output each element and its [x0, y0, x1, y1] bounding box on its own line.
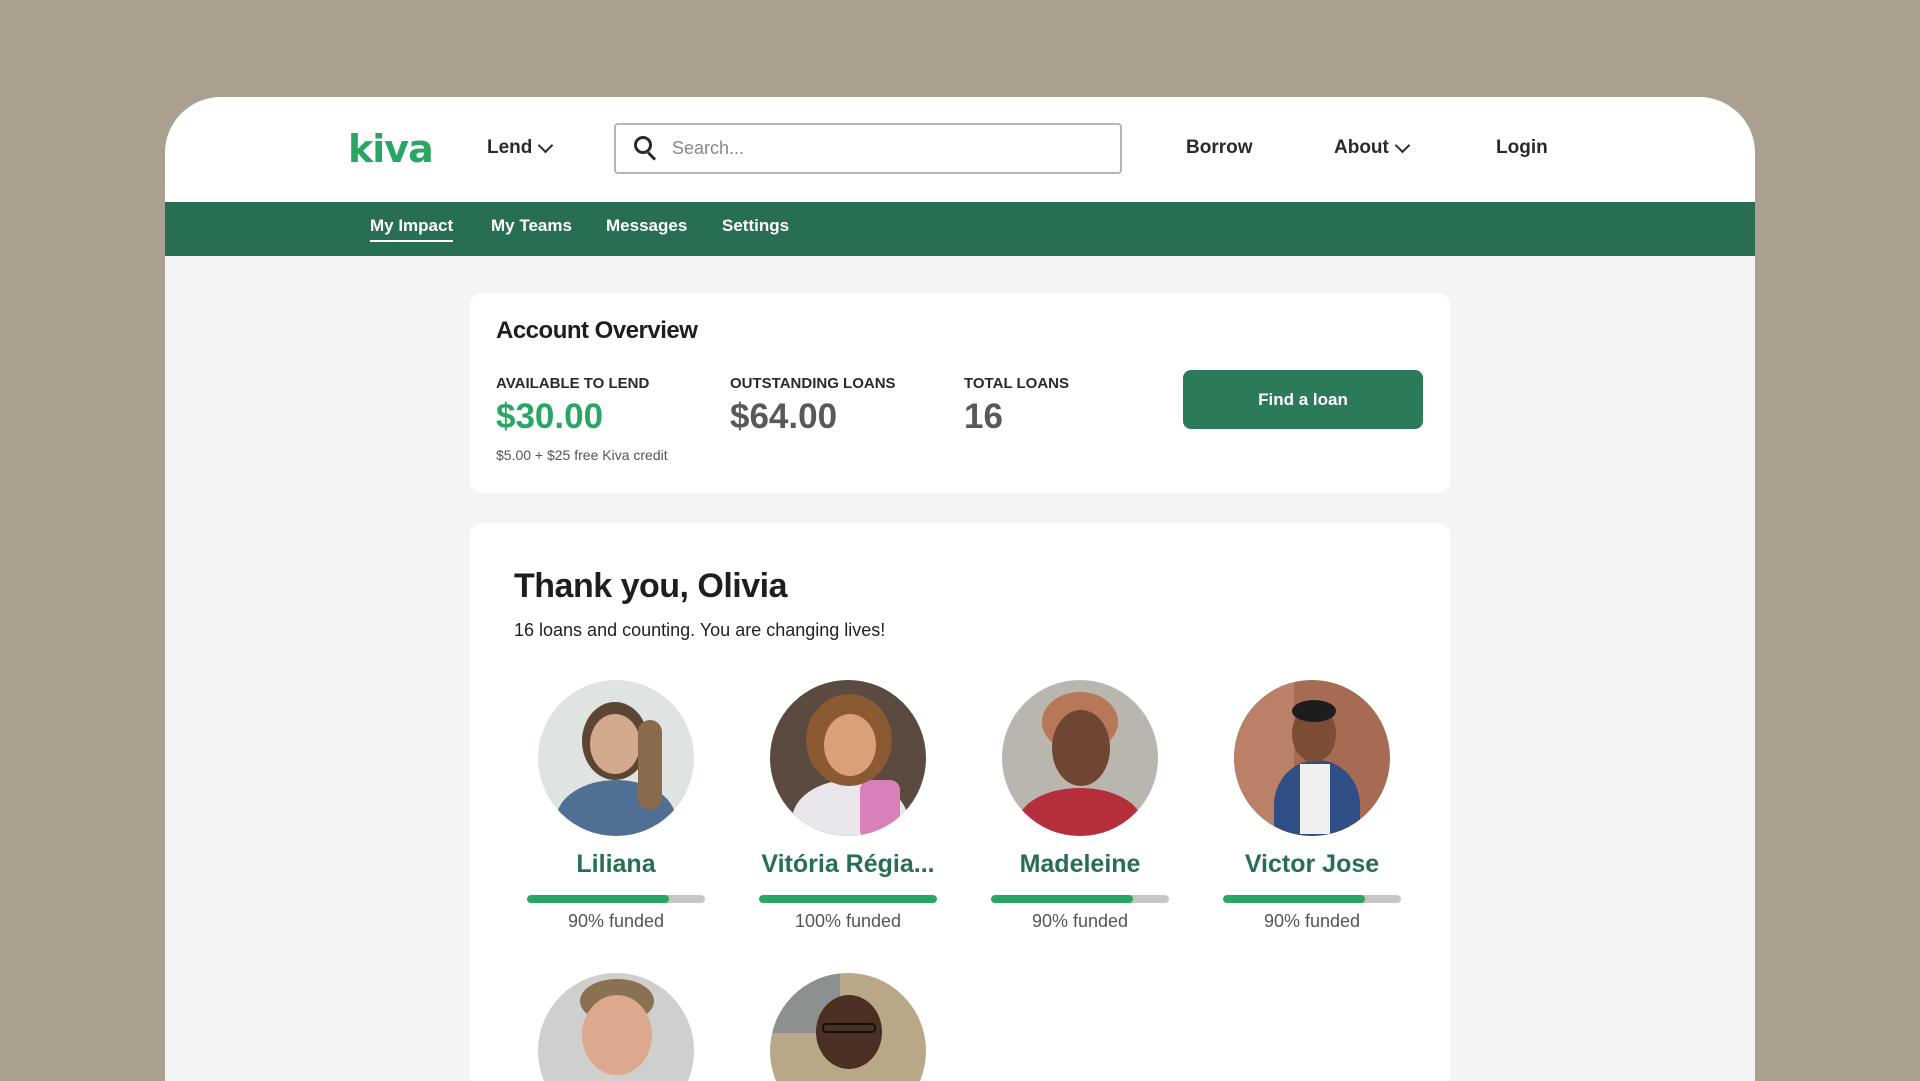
sub-navigation: My Impact My Teams Messages Settings — [165, 202, 1755, 256]
borrower-photo[interactable] — [770, 973, 926, 1081]
outstanding-label: OUTSTANDING LOANS — [730, 375, 896, 392]
lend-label: Lend — [487, 137, 533, 158]
funded-label: 90% funded — [567, 911, 665, 931]
available-label: AVAILABLE TO LEND — [496, 375, 650, 392]
borrower-photo[interactable] — [1234, 680, 1390, 836]
total-loans-value: 16 — [964, 397, 1003, 436]
funding-progress-fill — [1223, 895, 1366, 903]
borrower-card[interactable] — [732, 973, 964, 1081]
tab-settings[interactable]: Settings — [722, 216, 789, 240]
search-input[interactable] — [670, 137, 1104, 160]
thank-you-title: Thank you, Olivia — [514, 567, 788, 605]
funding-progress-fill — [991, 895, 1134, 903]
available-value: $30.00 — [496, 397, 604, 436]
borrower-name[interactable]: Victor Jose — [1196, 850, 1428, 879]
tab-my-impact[interactable]: My Impact — [370, 216, 454, 242]
borrower-photo[interactable] — [538, 973, 694, 1081]
funding-progress-bar — [759, 895, 937, 903]
borrower-card[interactable]: Vitória Régia... 100% funded — [732, 680, 964, 932]
borrower-name[interactable]: Vitória Régia... — [732, 850, 964, 879]
tab-my-teams[interactable]: My Teams — [491, 216, 572, 240]
find-a-loan-button[interactable]: Find a loan — [1183, 370, 1423, 429]
borrower-photo[interactable] — [770, 680, 926, 836]
borrower-name[interactable]: Liliana — [500, 850, 732, 879]
borrower-card[interactable]: Liliana 90% funded — [500, 680, 732, 932]
login-label: Login — [1496, 137, 1548, 158]
available-note: $5.00 + $25 free Kiva credit — [496, 447, 668, 463]
search-icon — [632, 134, 662, 164]
chevron-down-icon — [538, 137, 554, 153]
lend-menu[interactable]: Lend — [487, 137, 554, 159]
borrower-card[interactable]: Madeleine 90% funded — [964, 680, 1196, 932]
thank-you-card: Thank you, Olivia 16 loans and counting.… — [470, 523, 1450, 1081]
borrower-name[interactable]: Madeleine — [964, 850, 1196, 879]
about-menu[interactable]: About — [1334, 137, 1411, 159]
funding-progress-fill — [759, 895, 937, 903]
account-overview-card: Account Overview AVAILABLE TO LEND $30.0… — [470, 293, 1450, 493]
browser-window: kiva Lend Borrow About Login My Impact M… — [165, 97, 1755, 1081]
borrower-photo[interactable] — [538, 680, 694, 836]
total-loans-label: TOTAL LOANS — [964, 375, 1069, 392]
about-label: About — [1334, 137, 1389, 158]
kiva-logo[interactable]: kiva — [348, 127, 434, 171]
search-box[interactable] — [614, 123, 1122, 174]
funded-label: 90% funded — [1263, 911, 1361, 931]
thank-you-subtitle: 16 loans and counting. You are changing … — [514, 620, 886, 640]
login-link[interactable]: Login — [1496, 137, 1548, 159]
borrow-link[interactable]: Borrow — [1186, 137, 1253, 159]
chevron-down-icon — [1394, 137, 1411, 153]
borrow-label: Borrow — [1186, 137, 1253, 158]
borrower-photo[interactable] — [1002, 680, 1158, 836]
funding-progress-bar — [991, 895, 1169, 903]
tab-messages[interactable]: Messages — [606, 216, 687, 240]
borrower-card[interactable]: Victor Jose 90% funded — [1196, 680, 1428, 932]
funded-label: 90% funded — [1031, 911, 1129, 931]
outstanding-value: $64.00 — [730, 397, 838, 436]
funding-progress-bar — [527, 895, 705, 903]
borrower-card[interactable] — [500, 973, 732, 1081]
funding-progress-bar — [1223, 895, 1401, 903]
top-navigation: kiva Lend Borrow About Login — [165, 97, 1755, 202]
funding-progress-fill — [527, 895, 670, 903]
funded-label: 100% funded — [794, 911, 902, 931]
account-overview-title: Account Overview — [496, 317, 698, 344]
